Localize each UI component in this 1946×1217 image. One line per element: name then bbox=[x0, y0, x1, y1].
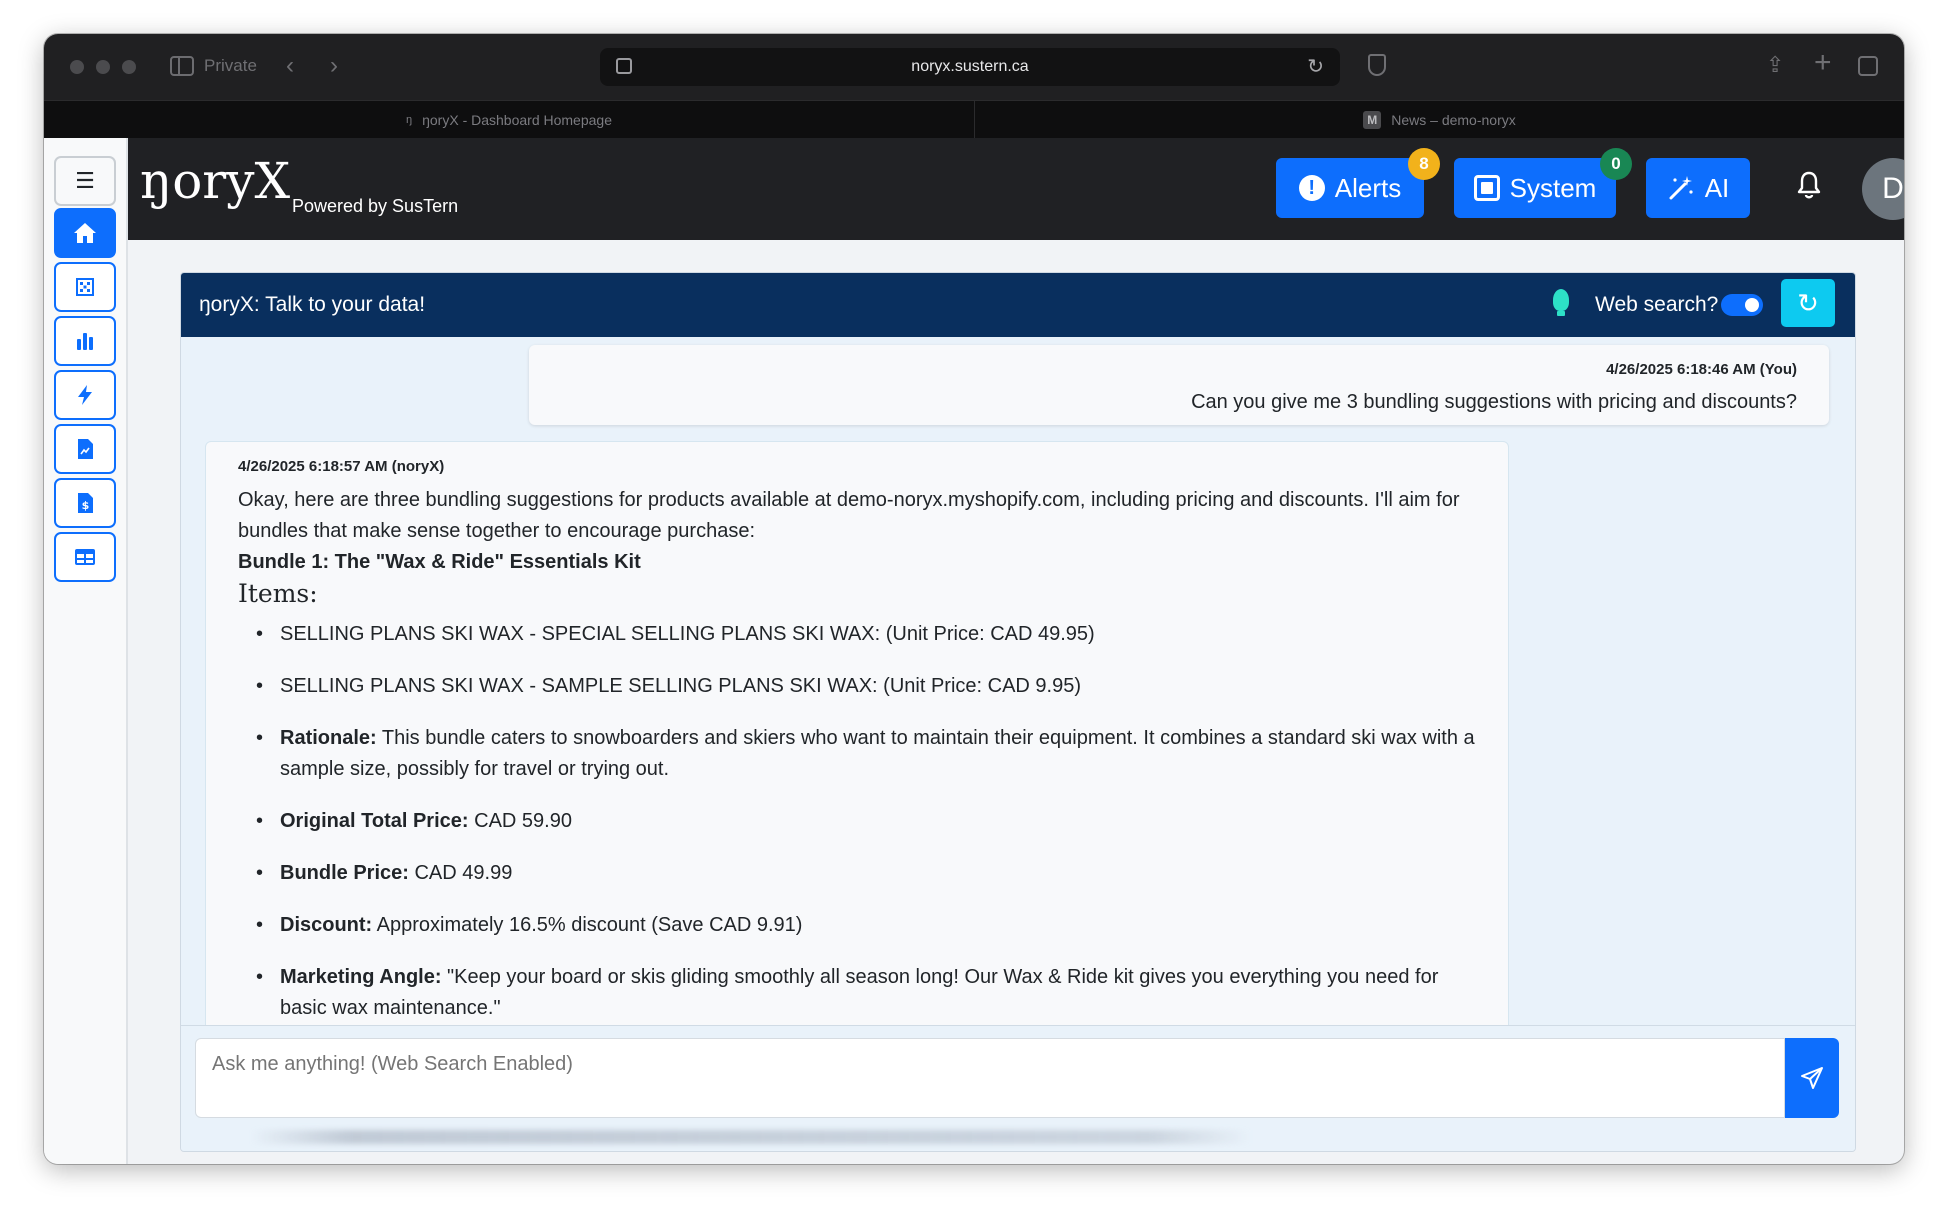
refresh-icon: ↻ bbox=[1797, 287, 1819, 318]
file-dollar-icon: $ bbox=[78, 493, 93, 513]
sidebar-item-reports[interactable] bbox=[54, 424, 116, 474]
bundle-details-list: SELLING PLANS SKI WAX - SPECIAL SELLING … bbox=[238, 619, 1476, 1024]
tab-label: ŋoryX - Dashboard Homepage bbox=[422, 112, 612, 128]
system-badge: 0 bbox=[1600, 148, 1632, 180]
hamburger-icon: ☰ bbox=[75, 168, 95, 193]
alerts-button[interactable]: ! Alerts 8 bbox=[1276, 148, 1440, 218]
list-item: Marketing Angle: "Keep your board or ski… bbox=[252, 962, 1476, 1024]
system-label: System bbox=[1509, 172, 1597, 203]
list-item: Rationale: This bundle caters to snowboa… bbox=[252, 723, 1476, 785]
list-item: Discount: Approximately 16.5% discount (… bbox=[252, 910, 1476, 941]
sidebar-toggle-icon[interactable] bbox=[170, 56, 194, 76]
tab-dashboard[interactable]: ŋ ŋoryX - Dashboard Homepage bbox=[44, 101, 974, 139]
system-button[interactable]: System 0 bbox=[1454, 148, 1632, 218]
brand-logo[interactable]: ŋoryX bbox=[140, 156, 290, 206]
private-label: Private bbox=[204, 56, 257, 75]
sidebar-item-tables[interactable] bbox=[54, 532, 116, 582]
sidebar-item-charts[interactable] bbox=[54, 316, 116, 366]
web-search-toggle[interactable] bbox=[1721, 294, 1763, 316]
sidebar-item-home[interactable] bbox=[54, 208, 116, 258]
user-message-timestamp: 4/26/2025 6:18:46 AM (You) bbox=[1606, 361, 1797, 378]
app-navbar: ŋoryX Powered by SusTern ! Alerts 8 Syst… bbox=[128, 138, 1904, 240]
browser-window: Private ‹ › noryx.sustern.ca ↻ ⇪ + ŋ ŋor… bbox=[44, 34, 1904, 1164]
alerts-label: Alerts bbox=[1334, 172, 1402, 203]
grid-icon bbox=[76, 278, 94, 296]
web-search-label: Web search? bbox=[1595, 293, 1719, 316]
sidebar-item-grid[interactable] bbox=[54, 262, 116, 312]
chat-input-area bbox=[181, 1025, 1855, 1151]
tab-strip: ŋ ŋoryX - Dashboard Homepage M News – de… bbox=[44, 100, 1904, 139]
bot-message-intro: Okay, here are three bundling suggestion… bbox=[238, 489, 1460, 542]
bot-message-timestamp: 4/26/2025 6:18:57 AM (noryX) bbox=[238, 458, 445, 475]
ai-button[interactable]: AI bbox=[1646, 158, 1750, 218]
list-item: Original Total Price: CAD 59.90 bbox=[252, 806, 1476, 837]
window-controls[interactable] bbox=[70, 60, 136, 74]
refresh-button[interactable]: ↻ bbox=[1781, 279, 1835, 327]
left-sidebar: ☰ $ bbox=[44, 138, 128, 1164]
tab-overview-icon[interactable] bbox=[1858, 56, 1878, 76]
reload-icon[interactable]: ↻ bbox=[1307, 54, 1324, 79]
back-icon[interactable]: ‹ bbox=[286, 52, 294, 80]
svg-text:$: $ bbox=[82, 499, 90, 512]
list-item: Bundle Price: CAD 49.99 bbox=[252, 858, 1476, 889]
chat-header: ŋoryX: Talk to your data! Web search? ↻ bbox=[181, 273, 1855, 337]
bundle-title: Bundle 1: The "Wax & Ride" Essentials Ki… bbox=[238, 551, 641, 573]
user-message: 4/26/2025 6:18:46 AM (You) Can you give … bbox=[529, 345, 1829, 425]
list-item: SELLING PLANS SKI WAX - SAMPLE SELLING P… bbox=[252, 671, 1476, 702]
user-message-text: Can you give me 3 bundling suggestions w… bbox=[1191, 391, 1797, 413]
magic-wand-icon bbox=[1669, 176, 1693, 200]
tab-label: News – demo-noryx bbox=[1391, 112, 1516, 128]
home-icon bbox=[74, 223, 96, 243]
menu-button[interactable]: ☰ bbox=[54, 156, 116, 206]
blurred-status-text bbox=[251, 1130, 1251, 1144]
lightning-icon bbox=[78, 385, 92, 405]
send-button[interactable] bbox=[1785, 1038, 1839, 1118]
shield-icon[interactable] bbox=[1368, 54, 1386, 76]
ai-label: AI bbox=[1704, 172, 1730, 203]
powered-by: Powered by SusTern bbox=[292, 196, 459, 216]
list-item: SELLING PLANS SKI WAX - SPECIAL SELLING … bbox=[252, 619, 1476, 650]
items-heading: Items: bbox=[238, 579, 318, 608]
address-bar[interactable]: noryx.sustern.ca ↻ bbox=[600, 48, 1340, 86]
chat-title: ŋoryX: Talk to your data! bbox=[199, 293, 426, 316]
sidebar-item-automation[interactable] bbox=[54, 370, 116, 420]
exclamation-icon: ! bbox=[1298, 175, 1325, 201]
sidebar-item-billing[interactable]: $ bbox=[54, 478, 116, 528]
alerts-badge: 8 bbox=[1408, 148, 1440, 180]
cpu-icon bbox=[1473, 175, 1500, 201]
noryx-favicon-icon: ŋ bbox=[405, 114, 413, 126]
chat-panel: ŋoryX: Talk to your data! Web search? ↻ … bbox=[180, 272, 1856, 1152]
new-tab-icon[interactable]: + bbox=[1814, 46, 1832, 80]
avatar[interactable]: D bbox=[1862, 158, 1904, 220]
forward-icon[interactable]: › bbox=[330, 52, 338, 80]
browser-toolbar: Private ‹ › noryx.sustern.ca ↻ ⇪ + bbox=[44, 34, 1904, 100]
tab-news[interactable]: M News – demo-noryx bbox=[974, 101, 1904, 139]
table-icon bbox=[75, 549, 95, 565]
file-chart-icon bbox=[78, 439, 93, 459]
bar-chart-icon bbox=[77, 333, 93, 350]
lightbulb-icon[interactable] bbox=[1553, 289, 1569, 316]
send-icon bbox=[1801, 1067, 1823, 1089]
url-text[interactable]: noryx.sustern.ca bbox=[600, 58, 1340, 76]
bell-icon[interactable] bbox=[1796, 170, 1822, 208]
m-favicon-icon: M bbox=[1363, 111, 1382, 129]
chat-input[interactable] bbox=[195, 1038, 1785, 1118]
share-icon[interactable]: ⇪ bbox=[1766, 52, 1784, 78]
